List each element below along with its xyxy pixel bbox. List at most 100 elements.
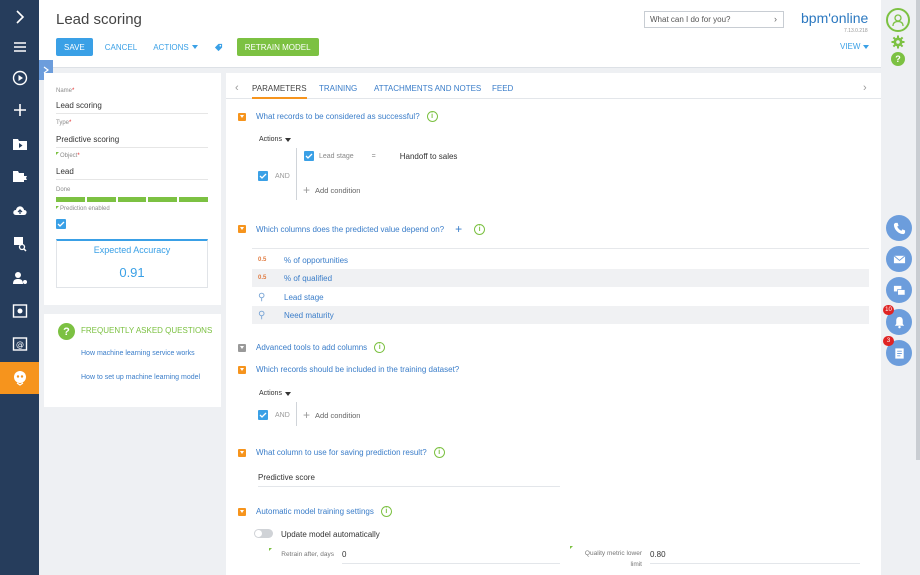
name-field[interactable]: Lead scoring bbox=[56, 101, 208, 114]
expand-icon[interactable] bbox=[0, 2, 39, 32]
notifications-icon[interactable]: 10 bbox=[883, 305, 912, 335]
section-advanced-tools[interactable]: Advanced tools to add columns i bbox=[238, 342, 386, 353]
folder-flag-icon[interactable] bbox=[0, 161, 39, 191]
condition-checkbox[interactable] bbox=[304, 151, 314, 161]
tab-training[interactable]: TRAINING bbox=[319, 84, 357, 93]
tab-attachments-and-notes[interactable]: ATTACHMENTS AND NOTES bbox=[374, 84, 481, 93]
update-model-toggle[interactable] bbox=[254, 529, 273, 538]
search-placeholder: What can I do for you? bbox=[650, 15, 731, 24]
status-label: Done bbox=[56, 187, 71, 193]
prediction-enabled-checkbox[interactable] bbox=[56, 219, 66, 229]
mail-icon[interactable] bbox=[886, 246, 912, 272]
help-icon[interactable]: ? bbox=[891, 52, 905, 66]
logo: bpm'online bbox=[801, 10, 869, 26]
menu-icon[interactable] bbox=[0, 32, 39, 62]
question-icon: ? bbox=[58, 323, 75, 340]
section-auto-training[interactable]: Automatic model training settings i bbox=[238, 506, 392, 517]
tasks-icon[interactable]: 3 bbox=[883, 336, 912, 366]
chevron-left-icon[interactable]: ‹ bbox=[235, 82, 239, 94]
quality-metric-field[interactable]: 0.80 bbox=[650, 550, 860, 564]
type-field[interactable]: Predictive scoring bbox=[56, 135, 208, 148]
section-training-dataset[interactable]: Which records should be included in the … bbox=[238, 365, 459, 374]
section-columns[interactable]: Which columns does the predicted value d… bbox=[238, 222, 486, 236]
faq-panel: ? FREQUENTLY ASKED QUESTIONS How machine… bbox=[44, 314, 221, 407]
tag-icon[interactable] bbox=[206, 38, 231, 56]
plus-icon[interactable] bbox=[0, 95, 39, 125]
required-marker bbox=[56, 206, 59, 209]
info-icon[interactable]: i bbox=[374, 342, 386, 353]
chevron-down-icon bbox=[863, 45, 870, 49]
object-field[interactable]: Lead bbox=[56, 167, 208, 180]
progress-step bbox=[179, 197, 208, 202]
add-condition-button[interactable]: + Add condition bbox=[303, 183, 360, 197]
phone-icon[interactable] bbox=[886, 215, 912, 241]
chevron-right-icon[interactable]: › bbox=[774, 14, 777, 24]
add-condition-label: Add condition bbox=[315, 410, 361, 420]
column-label: Lead stage bbox=[284, 292, 324, 302]
section-save-result[interactable]: What column to use for saving prediction… bbox=[238, 447, 445, 458]
tab-bar: ‹ PARAMETERS TRAINING ATTACHMENTS AND NO… bbox=[226, 73, 881, 99]
add-column-icon[interactable]: + bbox=[455, 222, 462, 236]
add-condition-button[interactable]: + Add condition bbox=[303, 408, 360, 422]
column-row[interactable]: ⚲ Lead stage bbox=[252, 288, 869, 306]
page-title: Lead scoring bbox=[56, 11, 142, 28]
play-icon[interactable] bbox=[0, 63, 39, 93]
email-icon[interactable]: @ bbox=[0, 329, 39, 359]
column-row[interactable]: 0.5 % of qualified bbox=[252, 269, 869, 287]
and-label: AND bbox=[275, 411, 290, 419]
save-button[interactable]: SAVE bbox=[56, 38, 93, 56]
info-icon[interactable]: i bbox=[433, 447, 445, 458]
top-bar: Lead scoring SAVE CANCEL ACTIONS RETRAIN… bbox=[39, 0, 920, 68]
command-search-input[interactable]: What can I do for you? › bbox=[644, 11, 784, 28]
view-button[interactable]: VIEW bbox=[840, 42, 870, 51]
section-title: What column to use for saving prediction… bbox=[256, 448, 427, 457]
and-group-checkbox[interactable] bbox=[258, 410, 268, 420]
faq-link[interactable]: How machine learning service works bbox=[81, 349, 211, 359]
collapse-icon[interactable] bbox=[238, 365, 246, 374]
info-icon[interactable]: i bbox=[380, 506, 392, 517]
collapse-icon[interactable] bbox=[238, 343, 246, 352]
info-icon[interactable]: i bbox=[426, 111, 438, 122]
folder-play-icon[interactable] bbox=[0, 129, 39, 159]
chevron-right-icon[interactable]: › bbox=[863, 82, 867, 94]
name-label-text: Name bbox=[56, 88, 73, 94]
search-icon: ⚲ bbox=[258, 309, 266, 321]
collapse-icon[interactable] bbox=[238, 448, 246, 457]
tab-parameters[interactable]: PARAMETERS bbox=[252, 84, 307, 99]
collapse-icon[interactable] bbox=[238, 225, 246, 233]
right-communication-panel: ? 10 3 bbox=[881, 0, 920, 575]
collapse-icon[interactable] bbox=[238, 112, 246, 121]
retrain-model-button[interactable]: RETRAIN MODEL bbox=[236, 38, 319, 56]
accuracy-value: 0.91 bbox=[119, 265, 145, 280]
user-profile-icon[interactable] bbox=[886, 8, 910, 32]
condition-field[interactable]: Lead stage bbox=[319, 153, 354, 160]
condition-operator[interactable]: = bbox=[372, 153, 376, 160]
column-row[interactable]: 0.5 % of opportunities bbox=[252, 251, 869, 269]
cloud-upload-icon[interactable] bbox=[0, 195, 39, 225]
scrollbar[interactable] bbox=[916, 0, 920, 460]
retrain-after-field[interactable]: 0 bbox=[342, 550, 560, 564]
check-icon bbox=[305, 153, 313, 159]
chat-icon[interactable] bbox=[886, 277, 912, 303]
target-icon[interactable] bbox=[0, 296, 39, 326]
column-row[interactable]: ⚲ Need maturity bbox=[252, 306, 869, 324]
faq-link[interactable]: How to set up machine learning model bbox=[81, 373, 211, 383]
main-content: ‹ PARAMETERS TRAINING ATTACHMENTS AND NO… bbox=[226, 73, 881, 575]
actions-button[interactable]: ACTIONS bbox=[145, 38, 206, 56]
section-success-records[interactable]: What records to be considered as success… bbox=[238, 111, 438, 122]
gear-icon[interactable] bbox=[891, 35, 905, 49]
user-settings-icon[interactable] bbox=[0, 263, 39, 293]
section-title: Automatic model training settings bbox=[256, 507, 374, 516]
actions-dropdown[interactable]: Actions bbox=[259, 136, 291, 143]
info-icon[interactable]: i bbox=[474, 223, 486, 235]
and-group-checkbox[interactable] bbox=[258, 171, 268, 181]
tab-feed[interactable]: FEED bbox=[492, 84, 513, 93]
result-column-field[interactable]: Predictive score bbox=[258, 473, 560, 487]
number-icon: 0.5 bbox=[258, 275, 267, 281]
report-search-icon[interactable] bbox=[0, 229, 39, 259]
cancel-button[interactable]: CANCEL bbox=[97, 38, 145, 56]
ml-bot-icon[interactable] bbox=[0, 362, 39, 394]
condition-value[interactable]: Handoff to sales bbox=[400, 152, 458, 161]
collapse-icon[interactable] bbox=[238, 507, 246, 516]
actions-dropdown[interactable]: Actions bbox=[259, 390, 291, 397]
